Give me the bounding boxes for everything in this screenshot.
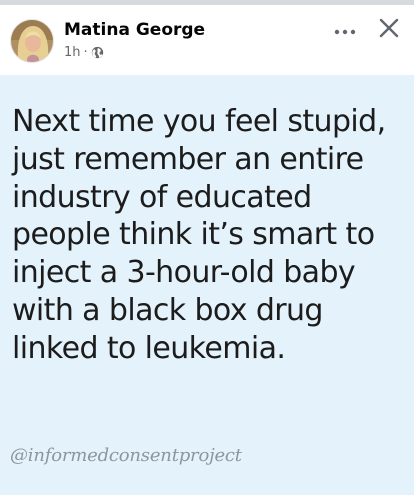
post-text: Next time you feel stupid, just remember… xyxy=(12,104,386,366)
more-options-button[interactable] xyxy=(328,15,362,45)
post-timestamp[interactable]: 1h xyxy=(64,45,81,60)
close-icon xyxy=(378,17,400,43)
watermark-signature: @informedconsentproject xyxy=(10,445,242,466)
post-card: Matina George 1h · Next time you feel st… xyxy=(0,0,414,500)
post-content-area: Next time you feel stupid, just remember… xyxy=(0,75,414,495)
author-name[interactable]: Matina George xyxy=(64,20,205,40)
more-dots-icon xyxy=(333,21,357,40)
post-meta: 1h · xyxy=(64,44,104,60)
post-header: Matina George 1h · xyxy=(0,5,414,75)
close-button[interactable] xyxy=(372,14,406,46)
meta-separator: · xyxy=(83,44,88,60)
avatar[interactable] xyxy=(10,19,54,63)
globe-icon xyxy=(91,46,104,59)
